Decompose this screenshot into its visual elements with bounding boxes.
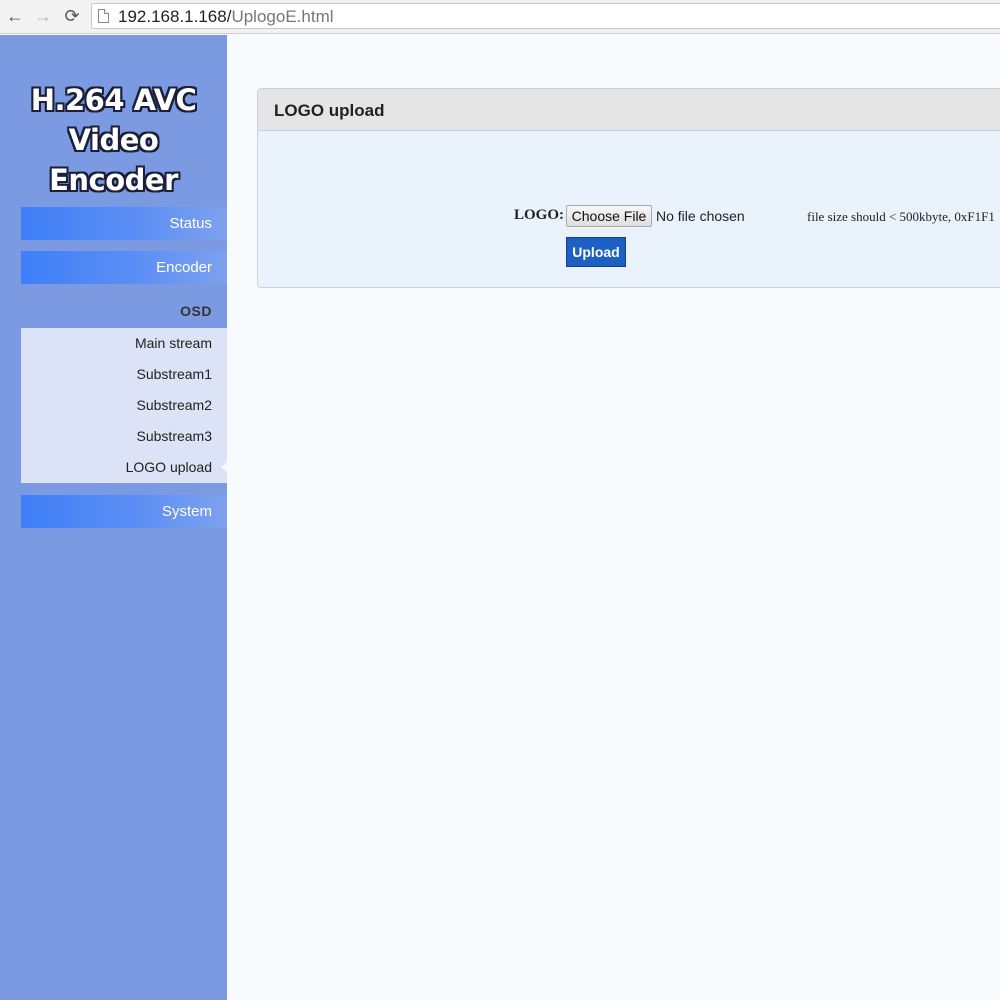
upload-button[interactable]: Upload	[566, 237, 626, 267]
reload-icon[interactable]: ⟳	[60, 4, 84, 28]
page-icon	[98, 9, 109, 23]
forward-arrow-icon[interactable]: →	[31, 4, 55, 28]
submenu-item-substream3[interactable]: Substream3	[21, 421, 227, 452]
file-status-text: No file chosen	[656, 208, 745, 224]
sidebar: H.264 AVC Video Encoder Status Encoder O…	[0, 35, 227, 1000]
url-path: UplogoE.html	[231, 7, 334, 26]
menu-system-button[interactable]: System	[21, 495, 227, 528]
menu-status-button[interactable]: Status	[21, 207, 227, 240]
browser-toolbar: ← → ⟳ 192.168.1.168/UplogoE.html	[0, 0, 1000, 34]
brand-logo: H.264 AVC Video Encoder	[0, 80, 227, 200]
osd-submenu: Main stream Substream1 Substream2 Substr…	[21, 328, 227, 483]
menu-osd-label[interactable]: OSD	[21, 295, 227, 327]
url-host: 192.168.1.168/	[118, 7, 232, 26]
submenu-item-logo-upload[interactable]: LOGO upload	[21, 452, 227, 483]
brand-line-1: H.264 AVC	[30, 83, 197, 117]
menu-encoder-button[interactable]: Encoder	[21, 251, 227, 284]
submenu-item-substream2[interactable]: Substream2	[21, 390, 227, 421]
panel-header: LOGO upload	[258, 89, 1000, 131]
file-size-note: file size should < 500kbyte, 0xF1F1	[807, 209, 995, 224]
submenu-item-main-stream[interactable]: Main stream	[21, 328, 227, 359]
panel-title: LOGO upload	[274, 101, 385, 120]
url-text: 192.168.1.168/UplogoE.html	[118, 7, 334, 27]
brand-line-2: Video Encoder	[49, 123, 178, 197]
address-bar[interactable]: 192.168.1.168/UplogoE.html	[91, 3, 1000, 29]
logo-field-label: LOGO:	[514, 207, 565, 223]
choose-file-button[interactable]: Choose File	[566, 205, 652, 227]
back-arrow-icon[interactable]: ←	[3, 4, 27, 28]
logo-upload-panel: LOGO upload LOGO: Choose File No file ch…	[257, 88, 1000, 288]
submenu-item-substream1[interactable]: Substream1	[21, 359, 227, 390]
